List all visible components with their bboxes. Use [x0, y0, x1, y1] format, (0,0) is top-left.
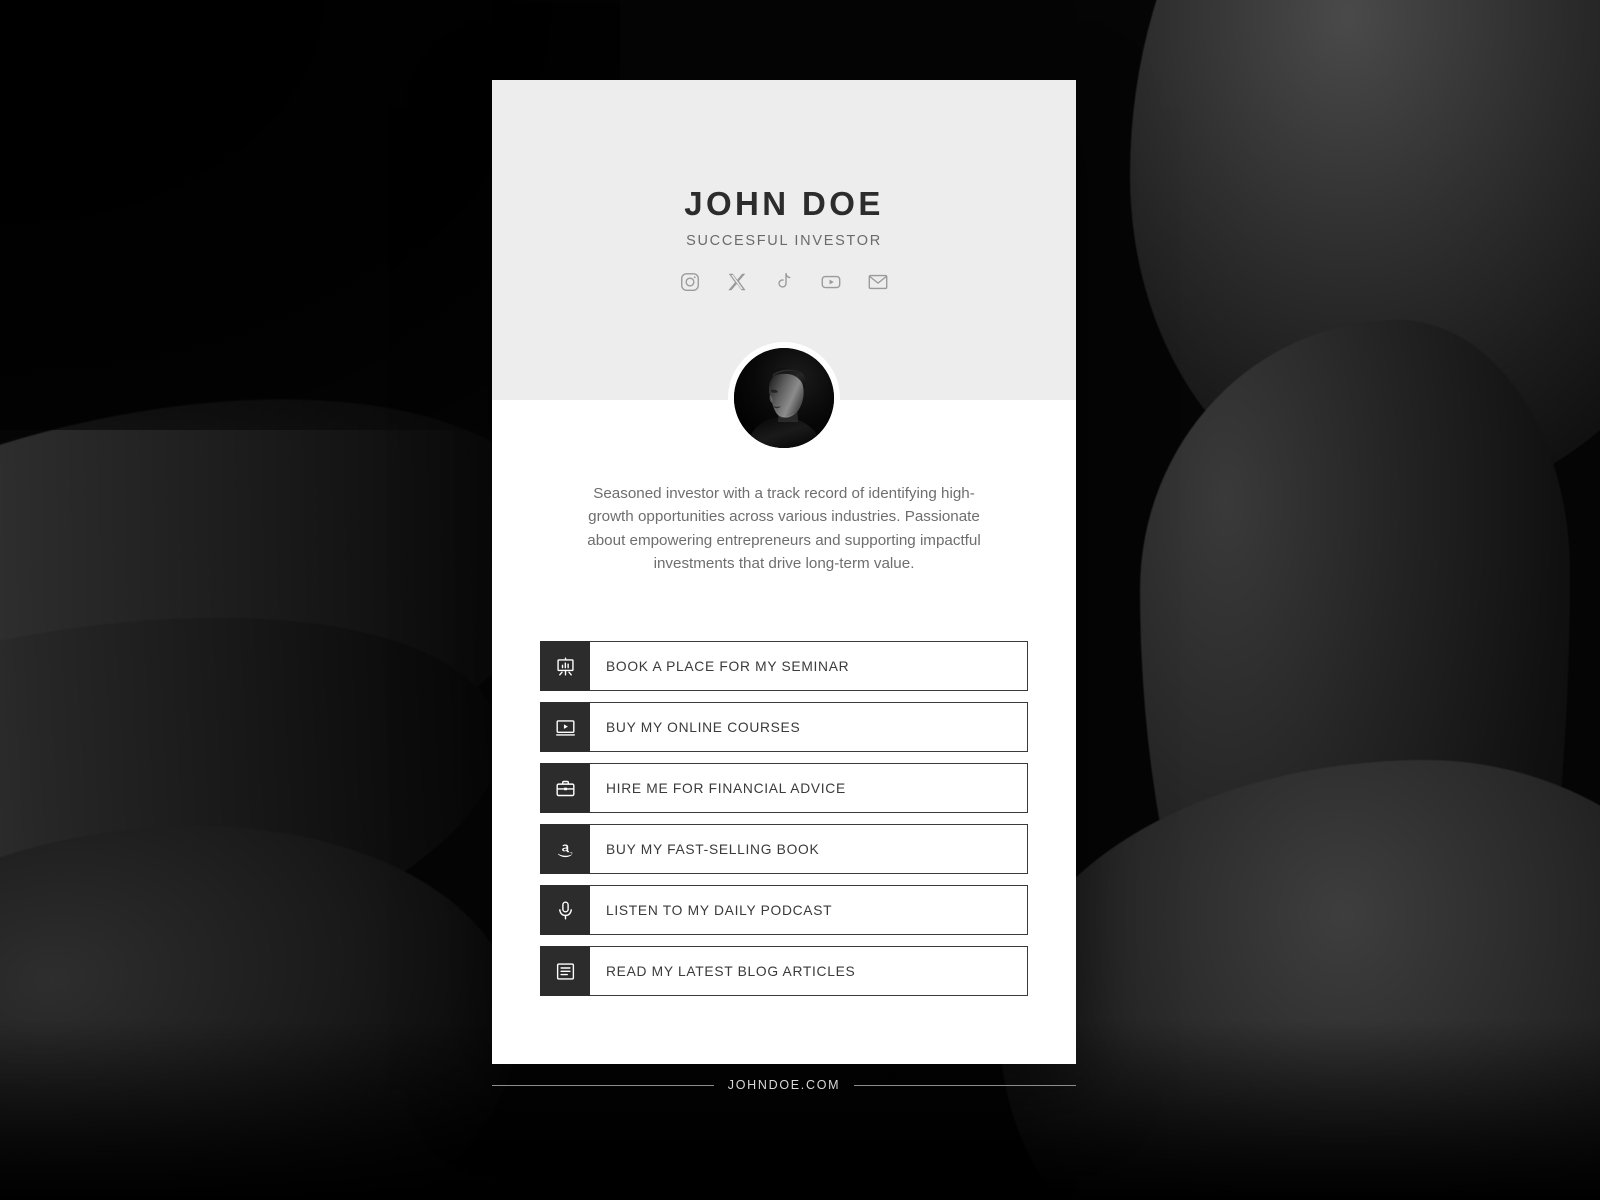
link-button-seminar[interactable]: BOOK A PLACE FOR MY SEMINAR [540, 641, 1028, 691]
link-button-courses[interactable]: BUY MY ONLINE COURSES [540, 702, 1028, 752]
microphone-icon [540, 885, 590, 935]
avatar-photo [734, 348, 834, 448]
link-button-blog[interactable]: READ MY LATEST BLOG ARTICLES [540, 946, 1028, 996]
link-label: LISTEN TO MY DAILY PODCAST [606, 902, 833, 918]
article-list-icon [540, 946, 590, 996]
video-play-icon [540, 702, 590, 752]
link-label: HIRE ME FOR FINANCIAL ADVICE [606, 780, 846, 796]
footer-rule-left [492, 1084, 714, 1086]
social-links-row [492, 271, 1076, 293]
presentation-chart-icon [540, 641, 590, 691]
profile-tagline: SUCCESFUL INVESTOR [686, 233, 882, 249]
card-body: Seasoned investor with a track record of… [492, 400, 1076, 1036]
footer: JOHNDOE.COM [492, 1078, 1077, 1092]
x-twitter-icon[interactable] [726, 271, 748, 293]
link-button-podcast[interactable]: LISTEN TO MY DAILY PODCAST [540, 885, 1028, 935]
link-button-financial-advice[interactable]: HIRE ME FOR FINANCIAL ADVICE [540, 763, 1028, 813]
instagram-icon[interactable] [679, 271, 701, 293]
link-in-bio-card: JOHN DOE SUCCESFUL INVESTOR Seasoned inv… [492, 80, 1076, 1064]
footer-rule-right [854, 1084, 1077, 1086]
link-label: BOOK A PLACE FOR MY SEMINAR [606, 658, 850, 674]
link-label: BUY MY FAST-SELLING BOOK [606, 841, 820, 857]
amazon-icon [540, 824, 590, 874]
link-label: READ MY LATEST BLOG ARTICLES [606, 963, 856, 979]
link-button-book[interactable]: BUY MY FAST-SELLING BOOK [540, 824, 1028, 874]
email-icon[interactable] [867, 271, 889, 293]
link-label: BUY MY ONLINE COURSES [606, 719, 801, 735]
page-title: JOHN DOE [684, 185, 884, 222]
youtube-icon[interactable] [820, 271, 842, 293]
footer-website[interactable]: JOHNDOE.COM [728, 1078, 840, 1092]
tiktok-icon[interactable] [773, 271, 795, 293]
briefcase-icon [540, 763, 590, 813]
profile-bio: Seasoned investor with a track record of… [587, 485, 981, 572]
avatar [728, 342, 840, 454]
link-list: BOOK A PLACE FOR MY SEMINAR BUY MY ONLIN… [540, 641, 1028, 1036]
